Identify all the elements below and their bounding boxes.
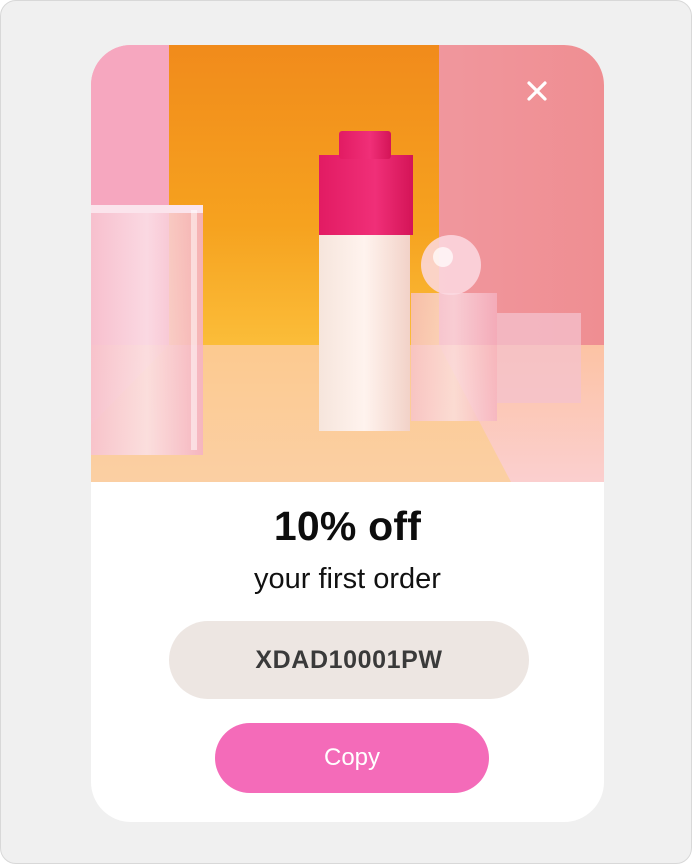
copy-button[interactable]: Copy — [215, 723, 489, 793]
close-button[interactable] — [519, 75, 555, 111]
page-backdrop: 10% off your first order XDAD10001PW Cop… — [0, 0, 692, 864]
discount-headline: 10% off — [273, 503, 422, 549]
close-icon — [525, 79, 549, 108]
discount-subline: your first order — [254, 563, 441, 595]
coupon-code[interactable]: XDAD10001PW — [169, 621, 529, 699]
discount-popup: 10% off your first order XDAD10001PW Cop… — [91, 45, 604, 822]
